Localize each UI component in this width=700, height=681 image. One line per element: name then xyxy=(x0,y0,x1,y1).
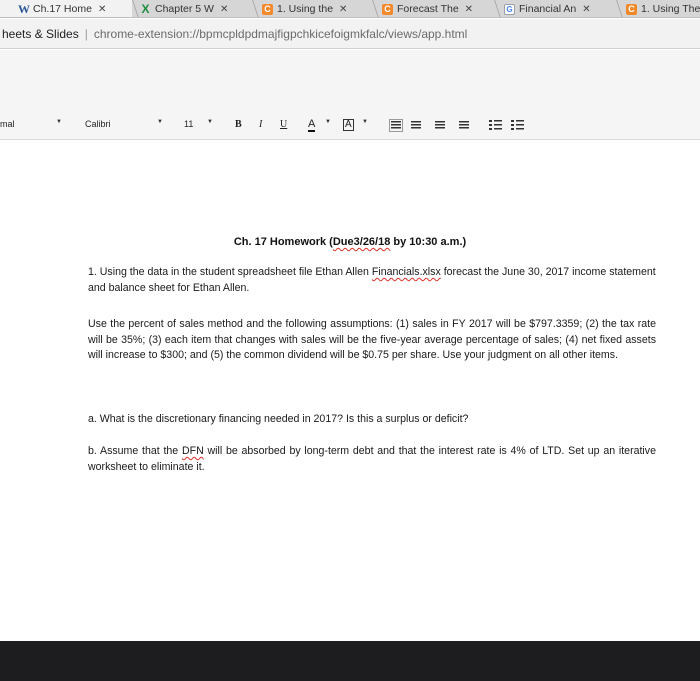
tab-financial-analysis[interactable]: G Financial An ✕ xyxy=(498,0,623,17)
tab-ch17-homework[interactable]: W Ch.17 Home ✕ xyxy=(0,0,139,17)
align-left-button[interactable] xyxy=(389,119,403,132)
question-b-dfn: DFN xyxy=(181,445,204,457)
align-center-button[interactable] xyxy=(411,121,421,130)
question-1: 1. Using the data in the student spreads… xyxy=(88,265,656,296)
address-bar[interactable]: heets & Slides | chrome-extension://bpmc… xyxy=(0,19,700,49)
tab-label: Forecast The xyxy=(397,3,459,15)
underline-button[interactable]: U xyxy=(280,119,287,130)
chegg-icon: C xyxy=(382,3,393,15)
tab-using-the-2[interactable]: C 1. Using The xyxy=(620,0,700,17)
bottom-dark-band xyxy=(0,641,700,681)
chegg-icon: C xyxy=(626,3,637,15)
close-icon[interactable]: ✕ xyxy=(220,4,228,15)
align-right-icon xyxy=(435,121,445,130)
question-b-text-a: b. Assume that the xyxy=(88,445,182,457)
title-suffix: by 10:30 a.m.) xyxy=(390,236,467,248)
tab-using-the[interactable]: C 1. Using the ✕ xyxy=(256,0,379,17)
address-url[interactable]: chrome-extension://bpmcpldpdmajfigpchkic… xyxy=(94,27,468,41)
font-size-dropdown[interactable]: 11 xyxy=(184,119,193,129)
excel-icon: X xyxy=(141,1,150,16)
font-family-value: Calibri xyxy=(85,119,111,129)
chevron-down-icon[interactable]: ▼ xyxy=(207,119,213,125)
tab-label: Financial An xyxy=(519,3,577,15)
chevron-down-icon[interactable]: ▼ xyxy=(325,119,331,125)
assumptions-paragraph: Use the percent of sales method and the … xyxy=(88,318,656,362)
chevron-down-icon[interactable]: ▼ xyxy=(362,119,368,125)
tab-chapter5[interactable]: X Chapter 5 W ✕ xyxy=(134,0,259,17)
close-icon[interactable]: ✕ xyxy=(339,4,347,15)
align-center-icon xyxy=(411,121,421,130)
paragraph-style-value: mal xyxy=(0,119,15,129)
bulleted-list-icon xyxy=(511,120,524,130)
tab-label: Ch.17 Home xyxy=(33,3,92,15)
close-icon[interactable]: ✕ xyxy=(465,4,473,15)
address-divider: | xyxy=(84,26,88,41)
question-1-text-a: 1. Using the data in the student spreads… xyxy=(88,266,372,278)
document-title: Ch. 17 Homework (Due3/26/18 by 10:30 a.m… xyxy=(0,236,700,248)
italic-button[interactable]: I xyxy=(259,119,262,130)
document-page[interactable]: Ch. 17 Homework (Due3/26/18 by 10:30 a.m… xyxy=(0,141,700,641)
question-1-filename: Financials.xlsx xyxy=(371,266,441,278)
align-justify-icon xyxy=(459,121,469,130)
chevron-down-icon[interactable]: ▼ xyxy=(157,119,163,125)
tab-label: 1. Using The xyxy=(641,3,700,15)
font-size-value: 11 xyxy=(184,119,194,129)
tab-label: 1. Using the xyxy=(277,3,334,15)
formatting-toolbar: mal ▼ Calibri ▼ 11 ▼ B I U A ▼ A ▼ xyxy=(0,50,700,140)
highlight-color-button[interactable]: A xyxy=(343,119,354,131)
chegg-icon: C xyxy=(262,3,273,15)
question-a: a. What is the discretionary financing n… xyxy=(88,413,469,425)
tab-forecast[interactable]: C Forecast The ✕ xyxy=(376,0,501,17)
align-left-icon xyxy=(389,119,403,132)
text-color-button[interactable]: A xyxy=(308,119,316,132)
browser-tab-strip: W Ch.17 Home ✕ X Chapter 5 W ✕ C 1. Usin… xyxy=(0,0,700,18)
tab-label: Chapter 5 W xyxy=(155,3,214,15)
question-b: b. Assume that the DFN will be absorbed … xyxy=(88,444,656,475)
numbered-list-button[interactable] xyxy=(489,120,502,130)
bold-button[interactable]: B xyxy=(235,119,242,130)
close-icon[interactable]: ✕ xyxy=(98,4,106,15)
google-icon: G xyxy=(504,3,515,15)
chevron-down-icon[interactable]: ▼ xyxy=(56,119,62,125)
address-site-name: heets & Slides xyxy=(2,26,79,41)
title-prefix: Ch. 17 Homework ( xyxy=(233,236,333,248)
font-family-dropdown[interactable]: Calibri xyxy=(85,119,111,129)
align-right-button[interactable] xyxy=(435,121,445,130)
numbered-list-icon xyxy=(489,120,502,130)
align-justify-button[interactable] xyxy=(459,121,469,130)
paragraph-style-dropdown[interactable]: mal xyxy=(0,119,15,129)
title-due-date: Due3/26/18 xyxy=(332,236,391,248)
close-icon[interactable]: ✕ xyxy=(582,4,590,15)
word-icon: W xyxy=(18,1,30,16)
bulleted-list-button[interactable] xyxy=(511,120,524,130)
